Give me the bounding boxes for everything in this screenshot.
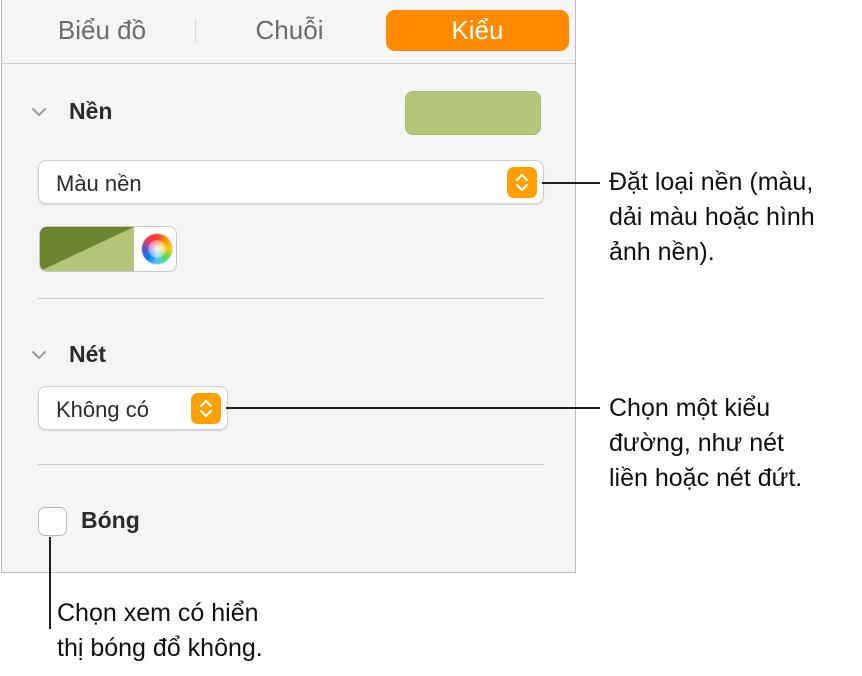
tab-chart[interactable]: Biểu đồ [22, 10, 182, 51]
callout-stroke: Chọn một kiểu đường, như nét liền hoặc n… [609, 391, 802, 496]
stroke-type-value: Không có [56, 397, 149, 422]
callout-fill-type: Đặt loại nền (màu, dải màu hoặc hình ảnh… [609, 165, 815, 270]
callout-line [226, 407, 600, 409]
shadow-checkbox[interactable] [38, 507, 67, 536]
callout-text-line: liền hoặc nét đứt. [609, 464, 803, 492]
chevron-down-icon[interactable] [31, 349, 47, 361]
fill-type-value: Màu nền [56, 171, 142, 196]
fill-color-well[interactable] [39, 226, 177, 272]
shadow-label: Bóng [81, 507, 140, 533]
page: Biểu đồ Chuỗi Kiểu Nền Màu nền Nét Không… [0, 0, 862, 676]
callout-text-line: dải màu hoặc hình [609, 203, 815, 231]
section-divider [38, 464, 544, 465]
tabs-divider [2, 63, 575, 64]
callout-line [49, 537, 51, 629]
format-inspector-panel: Biểu đồ Chuỗi Kiểu Nền Màu nền Nét Không… [1, 0, 576, 573]
stroke-section-title: Nét [69, 341, 107, 367]
chevron-down-icon[interactable] [31, 106, 47, 118]
callout-text-line: ảnh nền). [609, 238, 715, 266]
tab-style[interactable]: Kiểu [386, 10, 569, 51]
stroke-type-popup[interactable]: Không có [38, 386, 228, 430]
callout-shadow: Chọn xem có hiển thị bóng đổ không. [57, 596, 263, 666]
fill-color-swatch[interactable] [40, 227, 134, 271]
up-down-arrows-icon [515, 173, 529, 192]
fill-type-stepper[interactable] [507, 167, 537, 198]
background-color-swatch[interactable] [405, 91, 541, 135]
callout-text-line: Chọn xem có hiển [57, 599, 259, 627]
tab-separator [195, 18, 196, 42]
background-section-title: Nền [69, 98, 113, 124]
tab-series[interactable]: Chuỗi [207, 10, 372, 51]
callout-line [542, 182, 600, 184]
stroke-type-stepper[interactable] [191, 393, 221, 424]
callout-text-line: đường, như nét [609, 429, 784, 457]
callout-text-line: Đặt loại nền (màu, [609, 168, 814, 196]
callout-text-line: Chọn một kiểu [609, 394, 771, 422]
callout-text-line: thị bóng đổ không. [57, 634, 263, 662]
color-wheel-icon[interactable] [142, 234, 172, 264]
up-down-arrows-icon [199, 399, 213, 418]
section-divider [38, 298, 544, 299]
fill-type-popup[interactable]: Màu nền [38, 160, 544, 204]
